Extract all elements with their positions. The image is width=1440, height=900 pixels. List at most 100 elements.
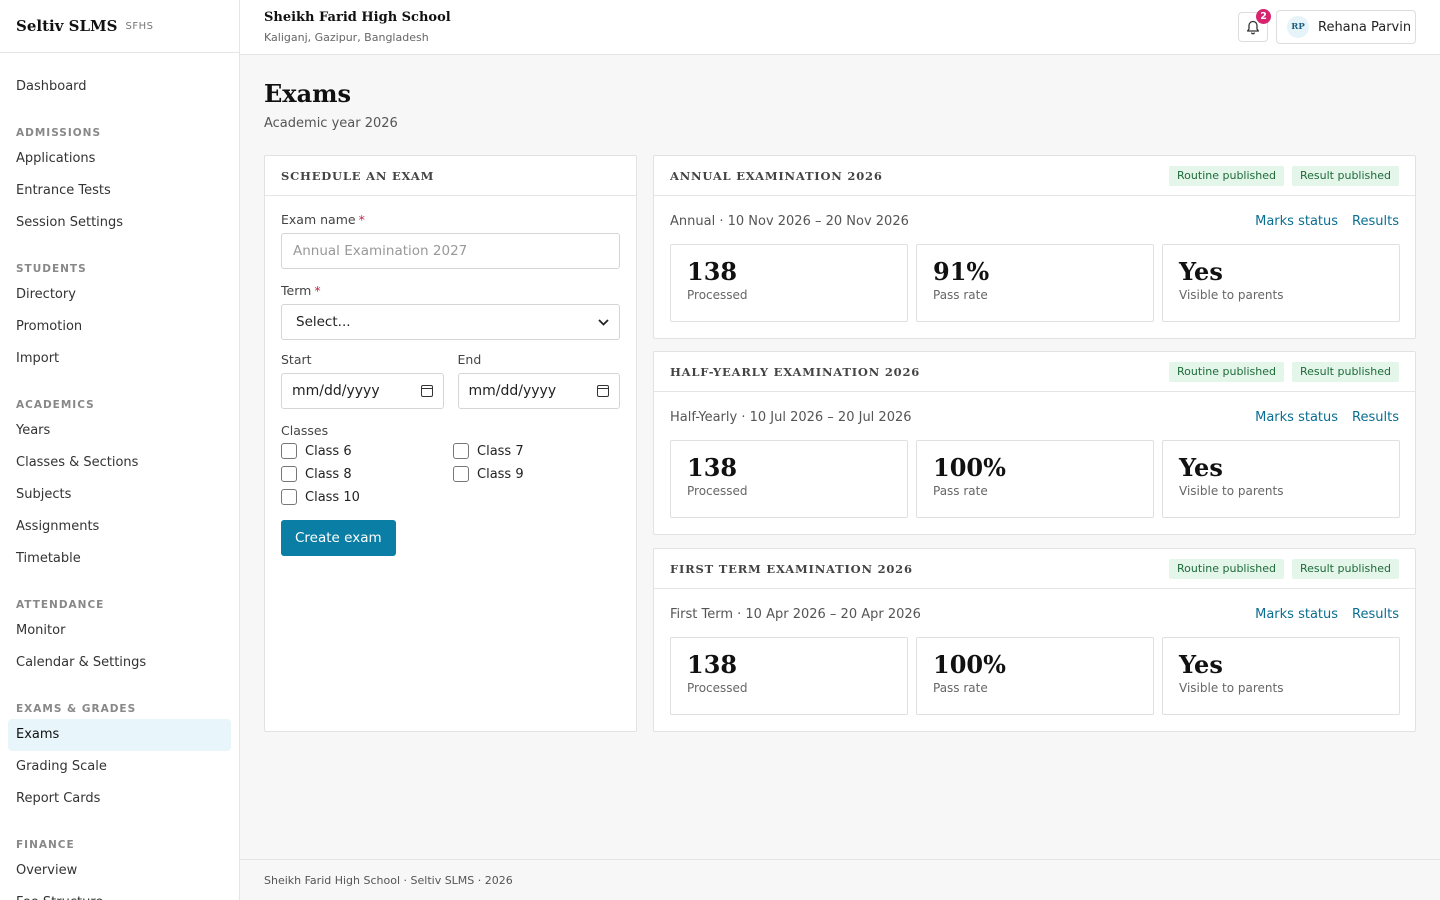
exam-card-annual: ANNUAL EXAMINATION 2026 Routine publishe… — [653, 155, 1416, 339]
sidebar-item-grading-scale[interactable]: Grading Scale — [8, 751, 231, 783]
marks-status-link[interactable]: Marks status — [1255, 214, 1338, 229]
sidebar-item-timetable[interactable]: Timetable — [8, 543, 231, 575]
brand: Seltiv SLMS SFHS — [0, 0, 239, 53]
checkbox[interactable] — [281, 489, 297, 505]
stat-value: 138 — [687, 257, 738, 286]
results-link[interactable]: Results — [1352, 214, 1399, 229]
sidebar-item-years[interactable]: Years — [8, 415, 231, 447]
stat-value: Yes — [1179, 453, 1223, 482]
results-link[interactable]: Results — [1352, 607, 1399, 622]
user-menu-button[interactable]: RP Rehana Parvin — [1276, 10, 1416, 44]
sidebar-item-promotion[interactable]: Promotion — [8, 311, 231, 343]
stat-value: 100% — [933, 650, 1006, 679]
exam-name-input[interactable]: Annual Examination 2027 — [281, 233, 620, 269]
sidebar-item-assignments[interactable]: Assignments — [8, 511, 231, 543]
term-select-value: Select... — [296, 314, 351, 330]
sidebar-item-entrance-tests[interactable]: Entrance Tests — [8, 175, 231, 207]
term-label: Term * — [281, 283, 620, 298]
start-date-group: Start mm/dd/yyyy — [281, 352, 444, 409]
sidebar-nav: Dashboard ADMISSIONS Applications Entran… — [0, 53, 239, 900]
end-date-input[interactable]: mm/dd/yyyy — [457, 373, 620, 409]
create-exam-button[interactable]: Create exam — [281, 520, 396, 556]
sidebar-item-overview[interactable]: Overview — [8, 855, 231, 887]
term-select[interactable]: Select... — [281, 304, 620, 340]
chevron-down-icon — [598, 318, 609, 326]
sidebar-item-applications[interactable]: Applications — [8, 143, 231, 175]
status-badges: Routine published Result published — [1169, 361, 1399, 382]
checkbox[interactable] — [453, 466, 469, 482]
exam-stats: 138 Processed 100% Pass rate Yes Visible to… — [670, 637, 1400, 715]
results-link[interactable]: Results — [1352, 410, 1399, 425]
calendar-icon[interactable] — [420, 385, 433, 397]
class-option-label: Class 7 — [477, 443, 524, 459]
sidebar-section-finance: FINANCE — [16, 839, 75, 851]
stat-label: Pass rate — [933, 484, 988, 498]
date-row: Start mm/dd/yyyy End mm/dd/yyyy — [281, 352, 620, 409]
exam-name-label-text: Exam name — [281, 212, 356, 227]
start-date-input[interactable]: mm/dd/yyyy — [281, 373, 444, 409]
exam-title: HALF-YEARLY EXAMINATION 2026 — [670, 364, 921, 379]
start-date-label: Start — [281, 352, 312, 367]
class-option-6[interactable]: Class 6 — [281, 443, 453, 459]
exam-links: Marks status Results — [1255, 607, 1399, 622]
marks-status-link[interactable]: Marks status — [1255, 607, 1338, 622]
term-label-text: Term — [281, 283, 312, 298]
class-option-10[interactable]: Class 10 — [281, 489, 453, 505]
exam-card-half-yearly: HALF-YEARLY EXAMINATION 2026 Routine pub… — [653, 351, 1416, 535]
sidebar-item-report-cards[interactable]: Report Cards — [8, 783, 231, 815]
page-title: Exams — [264, 79, 352, 108]
status-badge: Result published — [1292, 361, 1399, 382]
sidebar-item-exams[interactable]: Exams — [8, 719, 231, 751]
marks-status-link[interactable]: Marks status — [1255, 410, 1338, 425]
stat-label: Pass rate — [933, 681, 988, 695]
sidebar: Seltiv SLMS SFHS Dashboard ADMISSIONS Ap… — [0, 0, 240, 900]
stat-processed: 138 Processed — [670, 244, 908, 322]
class-option-7[interactable]: Class 7 — [453, 443, 625, 459]
class-option-label: Class 8 — [305, 466, 352, 482]
sidebar-item-monitor[interactable]: Monitor — [8, 615, 231, 647]
sidebar-item-calendar-settings[interactable]: Calendar & Settings — [8, 647, 231, 679]
end-date-label: End — [457, 352, 482, 367]
sidebar-section-academics: ACADEMICS — [16, 399, 95, 411]
panel-header: SCHEDULE AN EXAM — [265, 156, 636, 196]
stat-visibility: Yes Visible to parents — [1162, 244, 1400, 322]
calendar-icon[interactable] — [597, 385, 609, 397]
panel-header: ANNUAL EXAMINATION 2026 Routine publishe… — [654, 156, 1415, 196]
stat-label: Visible to parents — [1179, 484, 1284, 498]
stat-label: Processed — [687, 288, 748, 302]
exam-card-first-term: FIRST TERM EXAMINATION 2026 Routine publ… — [653, 548, 1416, 732]
end-date-group: End mm/dd/yyyy — [457, 352, 620, 409]
status-badge: Result published — [1292, 165, 1399, 186]
stat-label: Processed — [687, 681, 748, 695]
exam-links: Marks status Results — [1255, 214, 1399, 229]
checkbox[interactable] — [281, 443, 297, 459]
checkbox[interactable] — [453, 443, 469, 459]
sidebar-item-import[interactable]: Import — [8, 343, 231, 375]
required-marker: * — [314, 283, 321, 298]
exam-links: Marks status Results — [1255, 410, 1399, 425]
checkbox[interactable] — [281, 466, 297, 482]
sidebar-item-session-settings[interactable]: Session Settings — [8, 207, 231, 239]
exam-title: FIRST TERM EXAMINATION 2026 — [670, 561, 913, 576]
class-option-9[interactable]: Class 9 — [453, 466, 625, 482]
classes-checkbox-group: Class 6 Class 7 Class 8 Class 9 Class 10 — [281, 443, 620, 505]
sidebar-item-dashboard[interactable]: Dashboard — [8, 71, 231, 103]
sidebar-item-classes-sections[interactable]: Classes & Sections — [8, 447, 231, 479]
stat-processed: 138 Processed — [670, 440, 908, 518]
sidebar-section-exams-grades: EXAMS & GRADES — [16, 703, 137, 715]
sidebar-section-students: STUDENTS — [16, 263, 87, 275]
stat-value: Yes — [1179, 257, 1223, 286]
status-badge: Routine published — [1169, 558, 1284, 579]
schedule-exam-panel: SCHEDULE AN EXAM Exam name * Annual Exami… — [264, 155, 637, 732]
school-name: Sheikh Farid High School — [264, 10, 451, 25]
footer-text: Sheikh Farid High School · Seltiv SLMS ·… — [264, 873, 513, 887]
sidebar-item-subjects[interactable]: Subjects — [8, 479, 231, 511]
brand-code: SFHS — [125, 20, 154, 32]
school-location: Kaliganj, Gazipur, Bangladesh — [264, 31, 429, 44]
stat-value: Yes — [1179, 650, 1223, 679]
status-badges: Routine published Result published — [1169, 558, 1399, 579]
brand-name[interactable]: Seltiv SLMS — [16, 17, 117, 35]
sidebar-item-fee-structure[interactable]: Fee Structure — [8, 887, 231, 900]
class-option-8[interactable]: Class 8 — [281, 466, 453, 482]
sidebar-item-directory[interactable]: Directory — [8, 279, 231, 311]
